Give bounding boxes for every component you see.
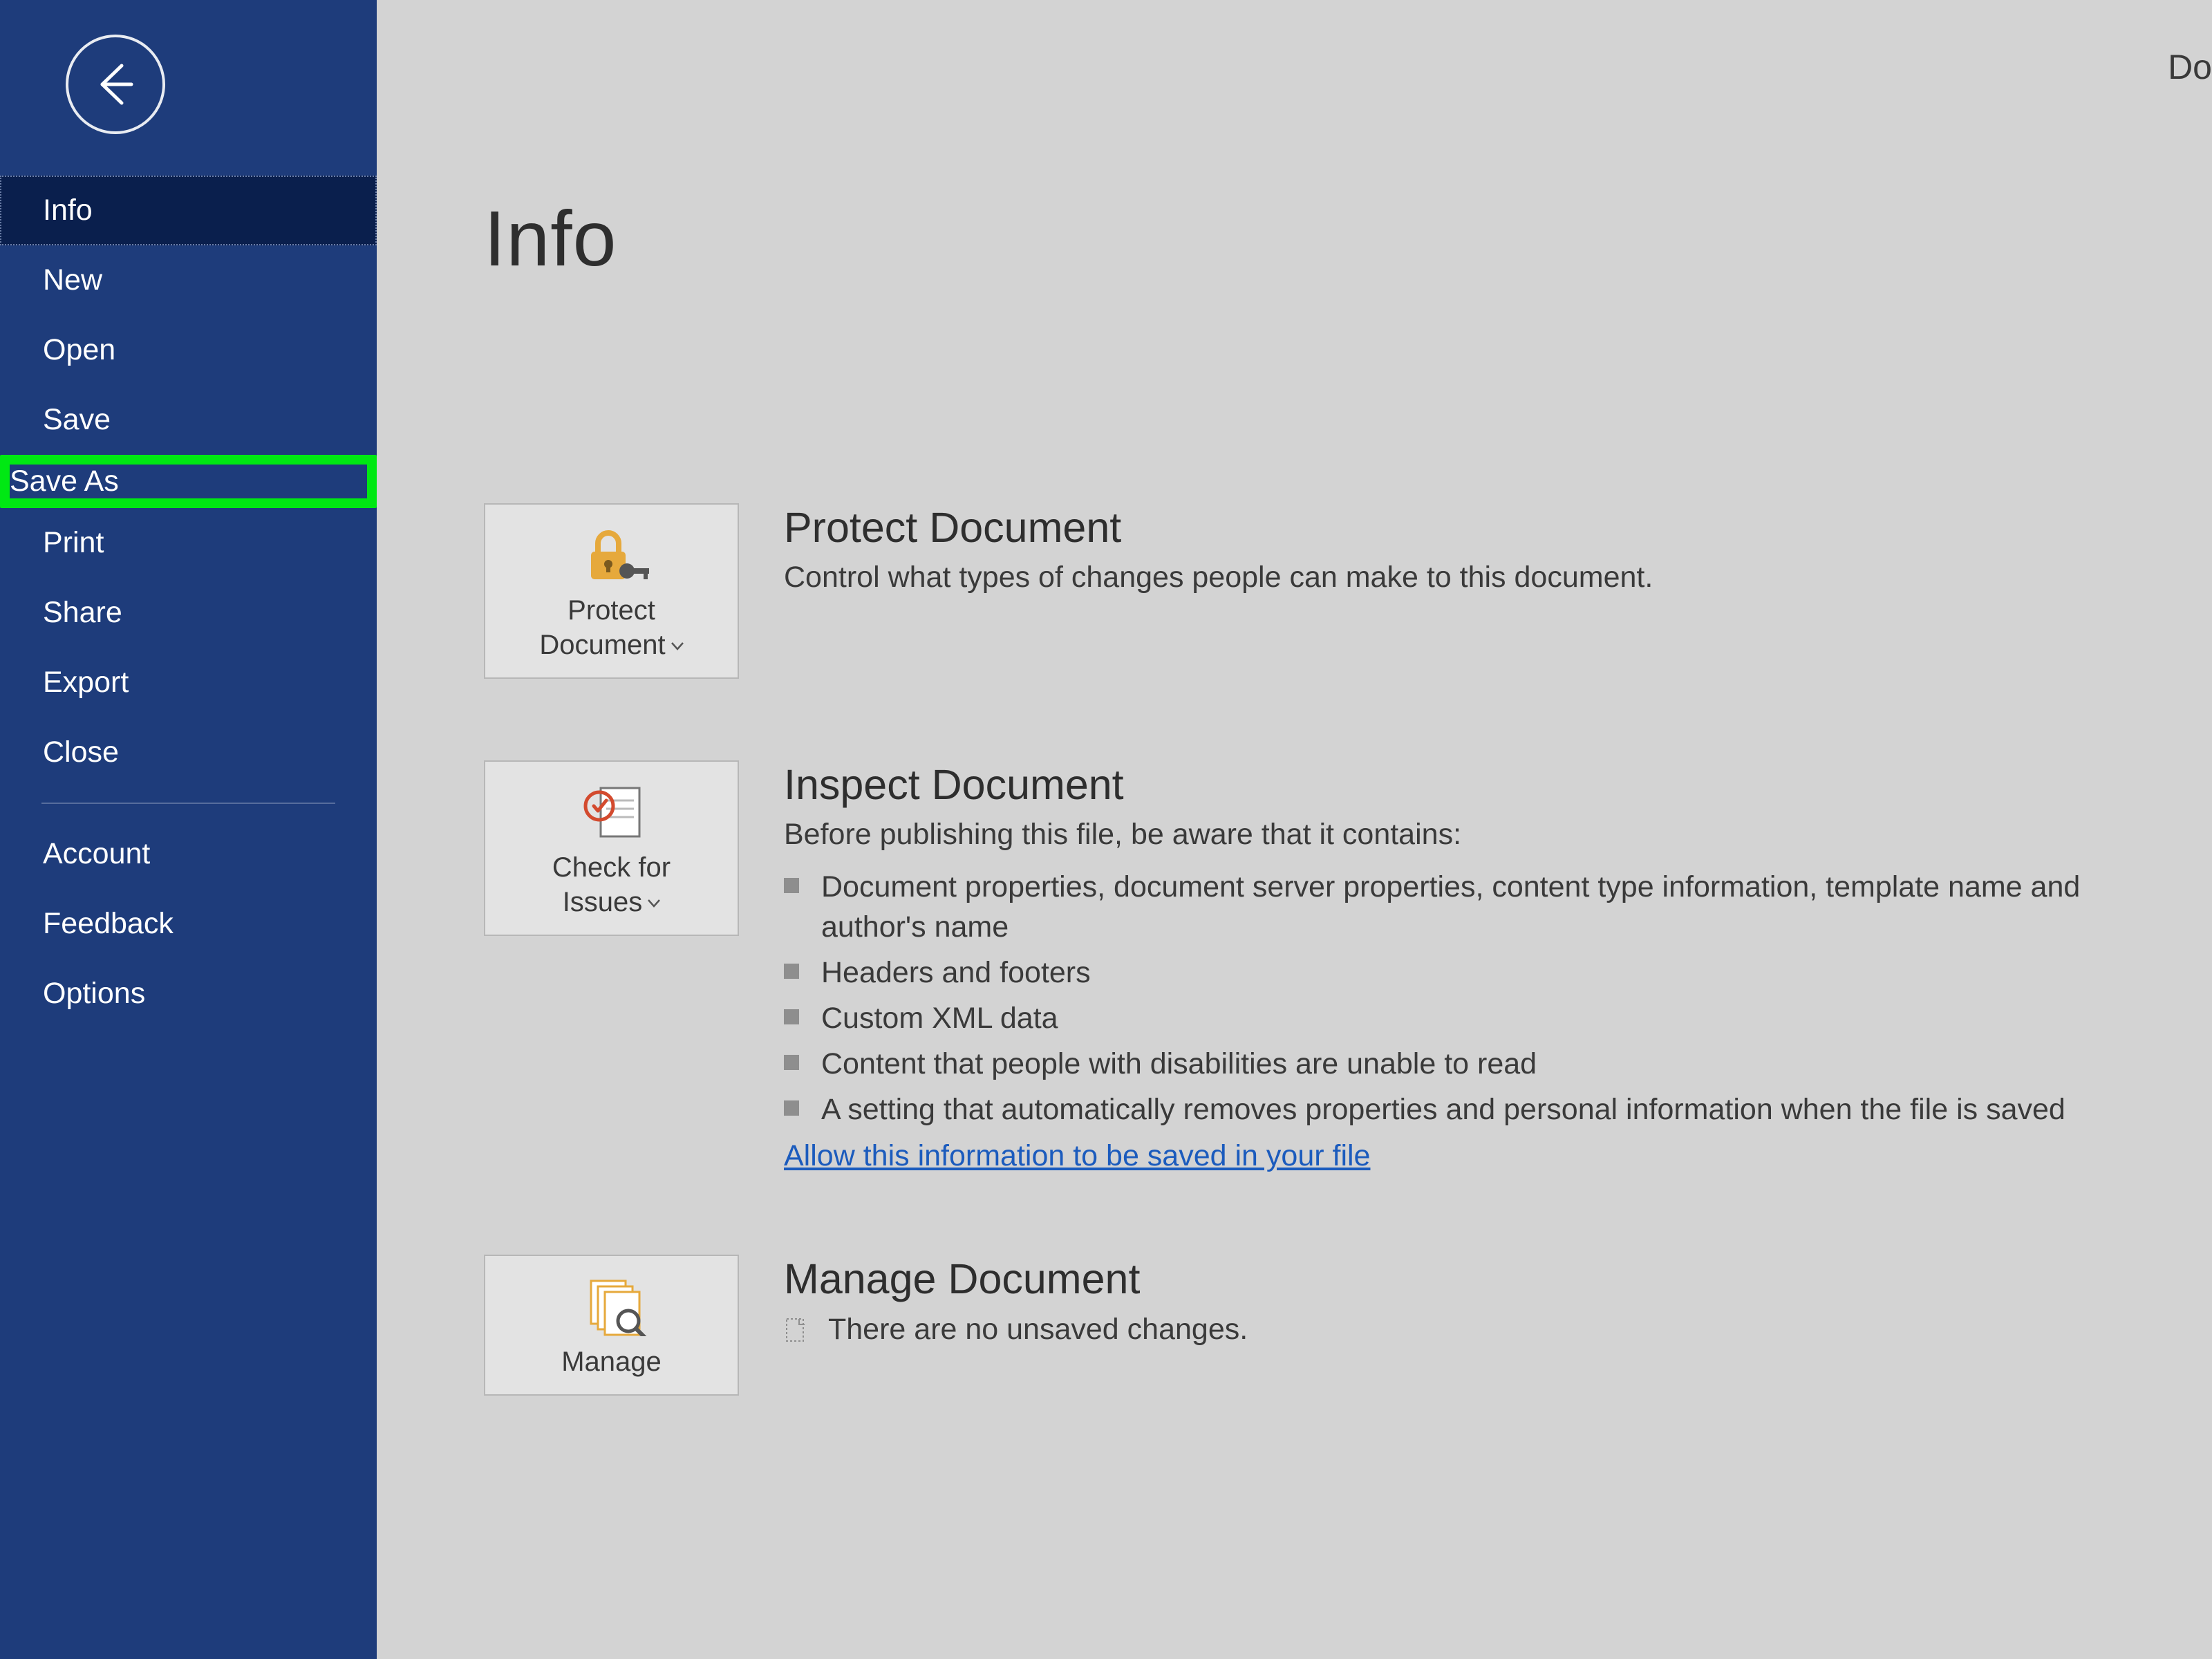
section-body: Protect Document Control what types of c… xyxy=(784,503,2212,597)
tile-label-line2: Document xyxy=(539,630,665,660)
section-title: Inspect Document xyxy=(784,760,2177,809)
manage-document-icon xyxy=(565,1274,658,1336)
sidebar-item-label: Feedback xyxy=(43,907,174,940)
section-body: Inspect Document Before publishing this … xyxy=(784,760,2212,1173)
list-item: Content that people with disabilities ar… xyxy=(784,1044,2177,1084)
manage-status-text: There are no unsaved changes. xyxy=(828,1313,1248,1347)
bullet-icon xyxy=(784,1055,799,1070)
manage-document-button[interactable]: Manage xyxy=(484,1255,739,1396)
back-button[interactable] xyxy=(66,35,165,134)
sidebar-item-save[interactable]: Save xyxy=(0,385,377,455)
title-bar-partial-text: Do xyxy=(2168,47,2212,87)
list-item-text: Headers and footers xyxy=(821,953,1091,993)
tile-label-line1: Check for xyxy=(552,852,671,883)
bullet-icon xyxy=(784,964,799,979)
section-description: Control what types of changes people can… xyxy=(784,557,2177,597)
section-description: Before publishing this file, be aware th… xyxy=(784,814,2177,854)
sidebar-item-print[interactable]: Print xyxy=(0,508,377,578)
tile-label: Check for Issues xyxy=(552,850,671,919)
section-protect-document: Protect Document Protect Document Contro… xyxy=(484,503,2212,679)
sidebar-item-export[interactable]: Export xyxy=(0,648,377,718)
section-body: Manage Document There are no unsaved cha… xyxy=(784,1255,2212,1347)
sidebar-item-label: Info xyxy=(43,194,93,227)
protect-document-icon xyxy=(565,523,658,585)
protect-document-button[interactable]: Protect Document xyxy=(484,503,739,679)
list-item: Custom XML data xyxy=(784,998,2177,1038)
sidebar-item-label: Open xyxy=(43,333,115,366)
sidebar-item-label: Save xyxy=(43,403,111,436)
tile-label-line1: Manage xyxy=(561,1347,662,1377)
sidebar-item-label: Close xyxy=(43,735,119,769)
bullet-icon xyxy=(784,1009,799,1024)
sidebar-item-label: Export xyxy=(43,666,129,699)
list-item: Document properties, document server pro… xyxy=(784,867,2177,947)
tile-label-line2: Issues xyxy=(563,887,643,917)
sidebar-item-label: Print xyxy=(43,526,104,559)
list-item-text: Document properties, document server pro… xyxy=(821,867,2177,947)
sidebar-item-label: Options xyxy=(43,977,145,1010)
sidebar-item-save-as[interactable]: Save As xyxy=(10,465,367,498)
sidebar-item-share[interactable]: Share xyxy=(0,578,377,648)
list-item-text: Content that people with disabilities ar… xyxy=(821,1044,1537,1084)
main-panel: Do Info xyxy=(377,0,2212,1659)
sidebar-item-new[interactable]: New xyxy=(0,245,377,315)
back-arrow-icon xyxy=(90,59,141,110)
sidebar-separator xyxy=(41,803,335,804)
sidebar-item-open[interactable]: Open xyxy=(0,315,377,385)
sidebar: Info New Open Save Save As Print Share E… xyxy=(0,0,377,1659)
dropdown-caret-icon xyxy=(648,885,660,919)
tile-label-line1: Protect xyxy=(568,595,655,626)
section-title: Manage Document xyxy=(784,1255,2177,1303)
tile-label: Protect Document xyxy=(539,593,683,662)
tile-label: Manage xyxy=(561,1344,662,1379)
list-item: A setting that automatically removes pro… xyxy=(784,1089,2177,1130)
bullet-icon xyxy=(784,1100,799,1116)
sidebar-item-label: New xyxy=(43,263,102,297)
sidebar-item-feedback[interactable]: Feedback xyxy=(0,889,377,959)
allow-save-information-link[interactable]: Allow this information to be saved in yo… xyxy=(784,1139,1370,1173)
sidebar-item-info[interactable]: Info xyxy=(0,176,377,245)
sidebar-item-label: Share xyxy=(43,596,122,629)
inspect-issues-list: Document properties, document server pro… xyxy=(784,867,2177,1130)
list-item-text: A setting that automatically removes pro… xyxy=(821,1089,2065,1130)
sidebar-item-label: Save As xyxy=(10,465,119,498)
list-item: Headers and footers xyxy=(784,953,2177,993)
bullet-icon xyxy=(784,878,799,893)
section-inspect-document: Check for Issues Inspect Document Before… xyxy=(484,760,2212,1173)
dropdown-caret-icon xyxy=(671,628,684,662)
sidebar-item-options[interactable]: Options xyxy=(0,959,377,1029)
manage-status-row: There are no unsaved changes. xyxy=(784,1313,2177,1347)
check-for-issues-icon xyxy=(565,780,658,842)
sidebar-item-close[interactable]: Close xyxy=(0,718,377,787)
section-manage-document: Manage Manage Document There are no unsa… xyxy=(484,1255,2212,1396)
page-title: Info xyxy=(484,194,617,283)
sidebar-item-save-as-highlight: Save As xyxy=(0,455,377,508)
document-outline-icon xyxy=(784,1316,809,1344)
info-sections: Protect Document Protect Document Contro… xyxy=(484,503,2212,1396)
list-item-text: Custom XML data xyxy=(821,998,1058,1038)
section-title: Protect Document xyxy=(784,503,2177,552)
sidebar-item-label: Account xyxy=(43,837,150,870)
check-for-issues-button[interactable]: Check for Issues xyxy=(484,760,739,936)
backstage-view: Info New Open Save Save As Print Share E… xyxy=(0,0,2212,1659)
sidebar-item-account[interactable]: Account xyxy=(0,819,377,889)
